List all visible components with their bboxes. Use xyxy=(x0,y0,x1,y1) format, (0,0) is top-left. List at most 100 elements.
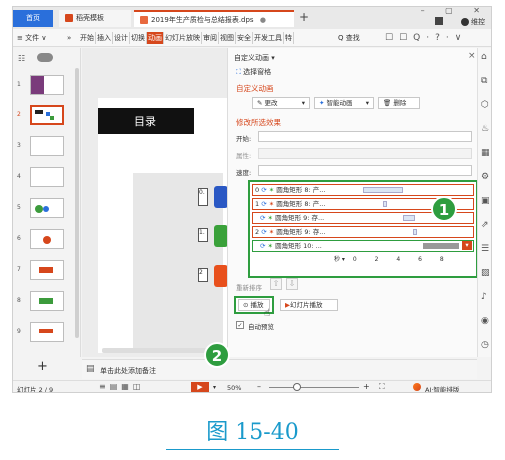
user-name[interactable]: 维控 xyxy=(460,17,485,27)
content-block[interactable] xyxy=(133,173,223,353)
settings-icon[interactable]: ⚙ xyxy=(481,172,489,182)
target-icon[interactable]: ◉ xyxy=(481,316,489,326)
thumbnail-1[interactable] xyxy=(30,75,64,95)
tab-animation[interactable]: 动画 xyxy=(147,32,164,44)
animation-row-5[interactable]: ⟳ ✶ 圆角矩形 10: ... ▾ xyxy=(252,240,474,252)
presentation-file-icon xyxy=(140,16,148,24)
play-slideshow-button[interactable]: ▶ xyxy=(191,382,209,392)
sound-icon[interactable]: ♪ xyxy=(481,292,487,302)
shape-icon[interactable]: ⬡ xyxy=(481,100,489,110)
thumbnail-7[interactable] xyxy=(30,260,64,280)
thumbnail-4[interactable] xyxy=(30,167,64,187)
ai-layout-button[interactable]: AI·智能排版 xyxy=(425,384,459,392)
tab-current-document[interactable]: 2019年生产质检与总结报表.dps ● xyxy=(134,10,294,27)
tick-label: 0 xyxy=(352,256,357,263)
zoom-in-icon[interactable]: + xyxy=(363,382,370,391)
fit-window-icon[interactable]: ⛶ xyxy=(379,382,385,392)
timeline-bar xyxy=(383,201,387,207)
window-layout-icon[interactable] xyxy=(435,17,443,25)
thumbnail-3[interactable] xyxy=(30,136,64,156)
picture-icon[interactable]: ▨ xyxy=(481,268,490,278)
row-order: 2 xyxy=(255,228,260,236)
outline-toggle-icon[interactable] xyxy=(37,53,53,62)
zoom-slider-thumb[interactable] xyxy=(293,383,301,391)
view-mode-icons[interactable]: ≡▤▦◫ xyxy=(99,382,144,391)
zoom-slider[interactable] xyxy=(269,387,359,388)
thumb-number: 1 xyxy=(17,81,21,88)
copy-icon[interactable]: ⧉ xyxy=(481,76,487,86)
thumbnail-view-icon[interactable]: ☷ xyxy=(18,54,25,63)
play-options-icon[interactable]: ▾ xyxy=(213,384,216,391)
tab-developer[interactable]: 开发工具 xyxy=(253,32,284,44)
grid-icon[interactable]: ▦ xyxy=(481,148,490,158)
speed-select[interactable] xyxy=(258,165,472,176)
move-up-icon[interactable]: ⇧ xyxy=(270,278,282,290)
file-menu[interactable]: ≡ 文件 ∨ xyxy=(17,32,46,44)
share-icon[interactable]: ⇗ xyxy=(481,220,489,230)
close-panel-icon[interactable]: × xyxy=(468,51,476,61)
notes-placeholder[interactable]: 单击此处添加备注 xyxy=(100,366,156,376)
close-tab-icon[interactable]: ● xyxy=(260,16,266,24)
tab-slideshow[interactable]: 幻灯片放映 xyxy=(164,32,202,44)
tab-review[interactable]: 审阅 xyxy=(202,32,219,44)
thumbnail-9[interactable] xyxy=(30,322,64,342)
panel-title[interactable]: 自定义动画 ▾ xyxy=(234,53,275,63)
tab-transition[interactable]: 切换 xyxy=(130,32,147,44)
toolbar-icons[interactable]: ☐☐Q·?·∨ xyxy=(385,32,467,44)
item-marker-0[interactable]: 0. xyxy=(198,188,208,206)
tab-docer-templates[interactable]: 稻壳模板 xyxy=(59,10,131,27)
smart-animation-button[interactable]: ✦ 智能动画 ▾ xyxy=(314,97,374,109)
thumbnail-5[interactable] xyxy=(30,198,64,218)
notes-bar: ▤ 单击此处添加备注 xyxy=(82,359,477,379)
search-button[interactable]: Q 查找 xyxy=(338,32,360,44)
thumbnail-6[interactable] xyxy=(30,229,64,249)
delete-effect-button[interactable]: 🗑 删除 xyxy=(378,97,420,109)
shape-blue[interactable] xyxy=(214,186,228,208)
more-menu-icon[interactable]: » xyxy=(67,32,71,44)
row-dropdown-icon[interactable]: ▾ xyxy=(462,241,472,250)
list-icon[interactable]: ☰ xyxy=(481,244,489,254)
zoom-level[interactable]: 50% xyxy=(227,384,241,392)
fill-icon[interactable]: ♨ xyxy=(481,124,489,134)
thumb-number: 8 xyxy=(17,297,21,304)
play-icon: ⊙ xyxy=(243,301,249,309)
image-icon[interactable]: ▣ xyxy=(481,196,490,206)
property-select[interactable] xyxy=(258,148,472,159)
slide-title[interactable]: 目录 xyxy=(134,113,156,129)
thumb-mark xyxy=(39,329,53,333)
tab-view[interactable]: 视图 xyxy=(219,32,236,44)
tab-security[interactable]: 安全 xyxy=(236,32,253,44)
window-controls[interactable]: – ▢ ✕ xyxy=(421,7,489,15)
thumbnail-2[interactable] xyxy=(30,105,64,125)
timeline-unit[interactable]: 秒 ▾ xyxy=(334,256,345,263)
thumbnail-8[interactable] xyxy=(30,291,64,311)
avatar xyxy=(460,18,469,26)
slideshow-button[interactable]: ▶幻灯片播放 xyxy=(280,299,338,311)
animation-row-4[interactable]: 2 ⟳ ✶ 圆角矩形 9: 存... xyxy=(252,226,474,238)
animation-row-1[interactable]: 0 ⟳ ✶ 圆角矩形 8: 产... xyxy=(252,184,474,196)
reorder-label: 重新排序 xyxy=(236,284,262,292)
home-icon[interactable]: ⌂ xyxy=(481,52,487,62)
shape-green[interactable] xyxy=(214,225,228,247)
tab-special[interactable]: 特 xyxy=(284,32,294,44)
thumbnails-scrollbar[interactable] xyxy=(75,68,79,338)
after-previous-icon: ⟳ xyxy=(260,214,266,222)
tab-design[interactable]: 设计 xyxy=(113,32,130,44)
change-effect-button[interactable]: ✎ 更改 ▾ xyxy=(252,97,310,109)
speed-label: 速度: xyxy=(236,169,252,177)
item-marker-2[interactable]: 2 xyxy=(198,268,208,282)
zoom-out-icon[interactable]: – xyxy=(257,382,261,391)
item-marker-1[interactable]: 1. xyxy=(198,228,208,242)
tab-start[interactable]: 开始 xyxy=(79,32,96,44)
select-pane-link[interactable]: ⛶ 选择窗格 xyxy=(236,67,271,77)
autopreview-checkbox[interactable]: ✓ xyxy=(236,321,244,329)
add-slide-button[interactable]: + xyxy=(37,359,48,374)
shape-orange[interactable] xyxy=(214,265,228,287)
history-icon[interactable]: ◷ xyxy=(481,340,489,350)
new-tab-button[interactable]: + xyxy=(299,10,309,24)
tab-insert[interactable]: 插入 xyxy=(96,32,113,44)
move-down-icon[interactable]: ⇩ xyxy=(286,278,298,290)
start-select[interactable] xyxy=(258,131,472,142)
tab-home[interactable]: 首页 xyxy=(13,10,53,27)
slide-canvas: 目录 0. 1. 2 xyxy=(98,98,228,353)
